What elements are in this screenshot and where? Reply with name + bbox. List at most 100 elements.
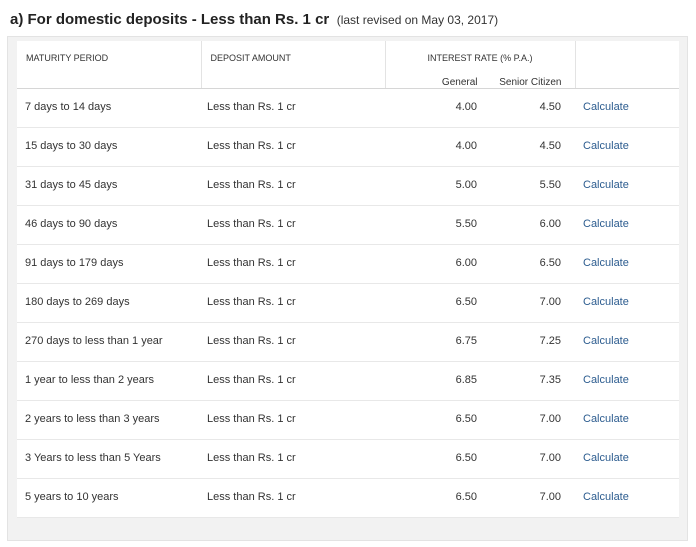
general-rate-cell: 4.00 4.50 (385, 127, 575, 167)
calculate-cell: Calculate (575, 400, 679, 440)
maturity-period-cell: 5 years to 10 years (17, 478, 201, 518)
senior-citizen-rate-value: 7.00 (539, 413, 561, 425)
deposit-amount-cell: Less than Rs. 1 cr (201, 478, 385, 518)
maturity-period-text: 2 years to less than 3 years (25, 413, 160, 425)
senior-citizen-rate-value: 6.50 (539, 257, 561, 269)
deposit-amount-cell: Less than Rs. 1 cr (201, 166, 385, 206)
deposit-amount-cell: Less than Rs. 1 cr (201, 205, 385, 245)
maturity-period-text: 46 days to 90 days (25, 218, 118, 230)
senior-citizen-rate-value: 6.00 (539, 218, 561, 230)
table-row: 31 days to 45 days Less than Rs. 1 cr 5.00… (17, 166, 679, 206)
maturity-period-cell: 1 year to less than 2 years (17, 361, 201, 401)
calculate-link[interactable]: Calculate (583, 296, 629, 308)
calculate-link[interactable]: Calculate (583, 218, 629, 230)
calculate-cell: Calculate (575, 205, 679, 245)
deposit-amount-cell: Less than Rs. 1 cr (201, 322, 385, 362)
general-rate-value: 4.00 (455, 140, 477, 152)
deposit-amount-cell: Less than Rs. 1 cr (201, 400, 385, 440)
deposit-amount-text: Less than Rs. 1 cr (207, 374, 296, 386)
general-rate-value: 4.00 (455, 101, 477, 113)
calculate-cell: Calculate (575, 244, 679, 284)
general-rate-cell: 6.00 6.50 (385, 244, 575, 284)
maturity-period-text: 1 year to less than 2 years (25, 374, 155, 386)
senior-citizen-rate-value: 7.00 (539, 491, 561, 503)
senior-citizen-rate-value: 4.50 (539, 140, 561, 152)
general-rate-cell: 6.50 7.00 (385, 478, 575, 518)
deposit-amount-text: Less than Rs. 1 cr (207, 257, 296, 269)
general-rate-cell: 6.50 7.00 (385, 283, 575, 323)
maturity-period-text: 5 years to 10 years (25, 491, 119, 503)
senior-citizen-rate-value: 7.00 (539, 452, 561, 464)
calculate-link[interactable]: Calculate (583, 413, 629, 425)
calculate-cell: Calculate (575, 88, 679, 128)
maturity-period-cell: 3 Years to less than 5 Years (17, 439, 201, 479)
table-row: 46 days to 90 days Less than Rs. 1 cr 5.50… (17, 205, 679, 245)
calculate-link[interactable]: Calculate (583, 101, 629, 113)
calculate-link[interactable]: Calculate (583, 374, 629, 386)
general-rate-cell: 5.00 5.50 (385, 166, 575, 206)
table-body: 7 days to 14 days Less than Rs. 1 cr 4.00 4… (17, 88, 679, 518)
deposit-amount-cell: Less than Rs. 1 cr (201, 283, 385, 323)
deposit-amount-header: DEPOSIT AMOUNT (201, 41, 386, 89)
calculate-cell: Calculate (575, 478, 679, 518)
table-header-row: MATURITY PERIOD DEPOSIT AMOUNT INTEREST … (17, 41, 679, 89)
general-subheader: General (441, 77, 478, 88)
maturity-period-cell: 15 days to 30 days (17, 127, 201, 167)
general-rate-cell: 6.50 7.00 (385, 439, 575, 479)
deposit-amount-cell: Less than Rs. 1 cr (201, 361, 385, 401)
deposit-amount-text: Less than Rs. 1 cr (207, 452, 296, 464)
calculate-link[interactable]: Calculate (583, 335, 629, 347)
senior-citizen-rate-value: 5.50 (539, 179, 561, 191)
calculate-cell: Calculate (575, 283, 679, 323)
maturity-period-text: 15 days to 30 days (25, 140, 118, 152)
revision-note: (last revised on May 03, 2017) (336, 13, 499, 27)
calculate-link[interactable]: Calculate (583, 452, 629, 464)
maturity-period-text: 270 days to less than 1 year (25, 335, 163, 347)
calculate-link[interactable]: Calculate (583, 257, 629, 269)
general-rate-value: 6.00 (455, 257, 477, 269)
maturity-period-header: MATURITY PERIOD (17, 41, 202, 89)
section-title: a) For domestic deposits - Less than Rs.… (10, 11, 330, 28)
general-rate-cell: 4.00 4.50 (385, 88, 575, 128)
maturity-period-text: 91 days to 179 days (25, 257, 124, 269)
senior-citizen-rate-value: 7.00 (539, 296, 561, 308)
general-rate-cell: 6.75 7.25 (385, 322, 575, 362)
senior-citizen-rate-value: 7.25 (539, 335, 561, 347)
general-rate-value: 6.50 (455, 296, 477, 308)
deposit-amount-text: Less than Rs. 1 cr (207, 218, 296, 230)
calculate-cell: Calculate (575, 166, 679, 206)
deposit-amount-text: Less than Rs. 1 cr (207, 179, 296, 191)
general-rate-value: 5.00 (455, 179, 477, 191)
rates-panel: MATURITY PERIOD DEPOSIT AMOUNT INTEREST … (7, 36, 688, 541)
table-row: 270 days to less than 1 year Less than Rs… (17, 322, 679, 362)
calculate-cell: Calculate (575, 361, 679, 401)
maturity-period-text: 31 days to 45 days (25, 179, 118, 191)
table-row: 91 days to 179 days Less than Rs. 1 cr 6.0… (17, 244, 679, 284)
table-row: 3 Years to less than 5 Years Less than Rs… (17, 439, 679, 479)
deposit-amount-text: Less than Rs. 1 cr (207, 335, 296, 347)
maturity-period-text: 180 days to 269 days (25, 296, 130, 308)
maturity-period-cell: 31 days to 45 days (17, 166, 201, 206)
deposit-amount-text: Less than Rs. 1 cr (207, 296, 296, 308)
table-row: 2 years to less than 3 years Less than Rs… (17, 400, 679, 440)
calculate-link[interactable]: Calculate (583, 140, 629, 152)
table-row: 180 days to 269 days Less than Rs. 1 cr 6.… (17, 283, 679, 323)
general-rate-value: 6.50 (455, 413, 477, 425)
calculate-cell: Calculate (575, 322, 679, 362)
maturity-period-cell: 7 days to 14 days (17, 88, 201, 128)
calculate-link[interactable]: Calculate (583, 491, 629, 503)
general-rate-value: 6.50 (455, 491, 477, 503)
interest-rate-title: INTEREST RATE (% p.a.) (427, 53, 533, 63)
general-rate-cell: 6.85 7.35 (385, 361, 575, 401)
senior-citizen-rate-value: 7.35 (539, 374, 561, 386)
maturity-period-cell: 2 years to less than 3 years (17, 400, 201, 440)
calculate-link[interactable]: Calculate (583, 179, 629, 191)
deposit-amount-text: Less than Rs. 1 cr (207, 413, 296, 425)
table-row: 5 years to 10 years Less than Rs. 1 cr 6.5… (17, 478, 679, 518)
general-rate-value: 6.85 (455, 374, 477, 386)
general-rate-value: 6.75 (455, 335, 477, 347)
table-row: 15 days to 30 days Less than Rs. 1 cr 4.00… (17, 127, 679, 167)
calculate-cell: Calculate (575, 127, 679, 167)
maturity-period-cell: 46 days to 90 days (17, 205, 201, 245)
deposit-amount-cell: Less than Rs. 1 cr (201, 244, 385, 284)
